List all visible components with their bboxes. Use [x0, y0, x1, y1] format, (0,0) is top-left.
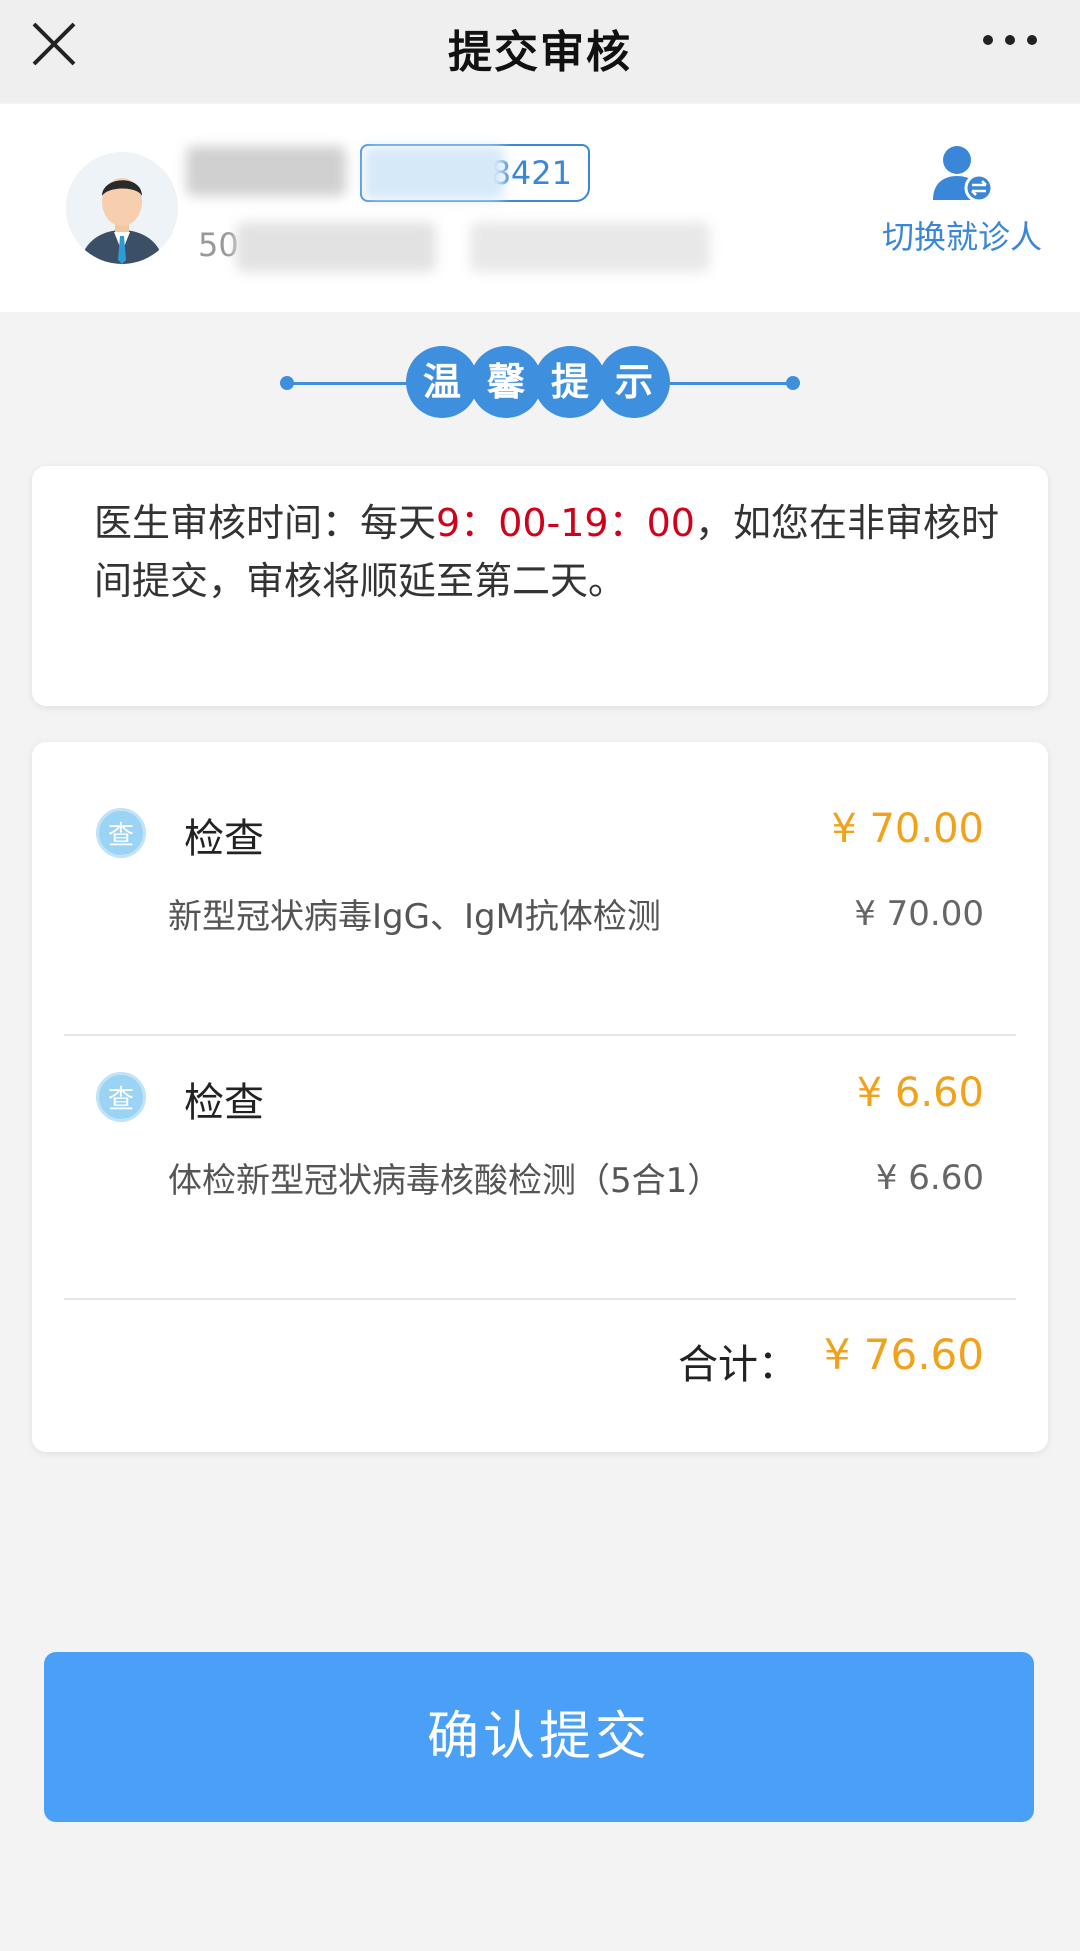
switch-patient-label: 切换就诊人: [881, 218, 1042, 256]
item-price: ¥ 70.00: [854, 894, 984, 934]
item-name: 新型冠状病毒IgG、IgM抗体检测: [168, 897, 661, 937]
total-label: 合计：: [678, 1342, 798, 1388]
divider: [64, 1298, 1016, 1300]
tips-char: 馨: [470, 346, 542, 418]
tips-line-left: [290, 382, 410, 385]
switch-patient-button[interactable]: 切换就诊人: [872, 138, 1052, 258]
notice-card: 医生审核时间：每天9：00-19：00，如您在非审核时间提交，审核将顺延至第二天…: [32, 466, 1048, 706]
tips-dot-right: [786, 376, 800, 390]
top-bar: 提交审核: [0, 0, 1080, 102]
category-label: 检查: [184, 1080, 264, 1126]
patient-sub-info: 50: [198, 226, 239, 264]
item-name: 体检新型冠状病毒核酸检测（5合1）: [168, 1161, 722, 1201]
notice-text: 医生审核时间：每天9：00-19：00，如您在非审核时间提交，审核将顺延至第二天…: [94, 494, 1014, 610]
divider: [64, 1034, 1016, 1036]
patient-id-redacted: [364, 146, 504, 200]
tips-char: 示: [598, 346, 670, 418]
switch-user-icon: [933, 146, 994, 203]
warm-tips-header: 温 馨 提 示: [280, 346, 800, 418]
patient-name-redacted: [186, 146, 346, 196]
patient-sub-redacted-2: [470, 222, 710, 272]
patient-card: 8421 50 切换就诊人: [0, 104, 1080, 312]
item-price: ¥ 6.60: [875, 1158, 984, 1198]
tips-char: 提: [534, 346, 606, 418]
tips-line-right: [670, 382, 790, 385]
category-price: ¥ 70.00: [831, 806, 984, 852]
confirm-submit-button[interactable]: 确认提交: [44, 1652, 1034, 1822]
check-category-icon: 查: [96, 808, 146, 858]
person-icon: [66, 152, 178, 264]
category-price: ¥ 6.60: [856, 1070, 984, 1116]
notice-time: 9：00-19：00: [436, 501, 695, 545]
notice-prefix: 医生审核时间：每天: [94, 501, 437, 545]
tips-char: 温: [406, 346, 478, 418]
category-label: 检查: [184, 816, 264, 862]
check-category-icon: 查: [96, 1072, 146, 1122]
total-value: ¥ 76.60: [823, 1330, 984, 1379]
page-title: 提交审核: [448, 27, 632, 78]
order-items-card: 查 检查 ¥ 70.00 新型冠状病毒IgG、IgM抗体检测 ¥ 70.00 查…: [32, 742, 1048, 1452]
patient-sub-redacted-1: [236, 222, 436, 272]
avatar: [66, 152, 178, 264]
more-icon[interactable]: [980, 30, 1040, 50]
